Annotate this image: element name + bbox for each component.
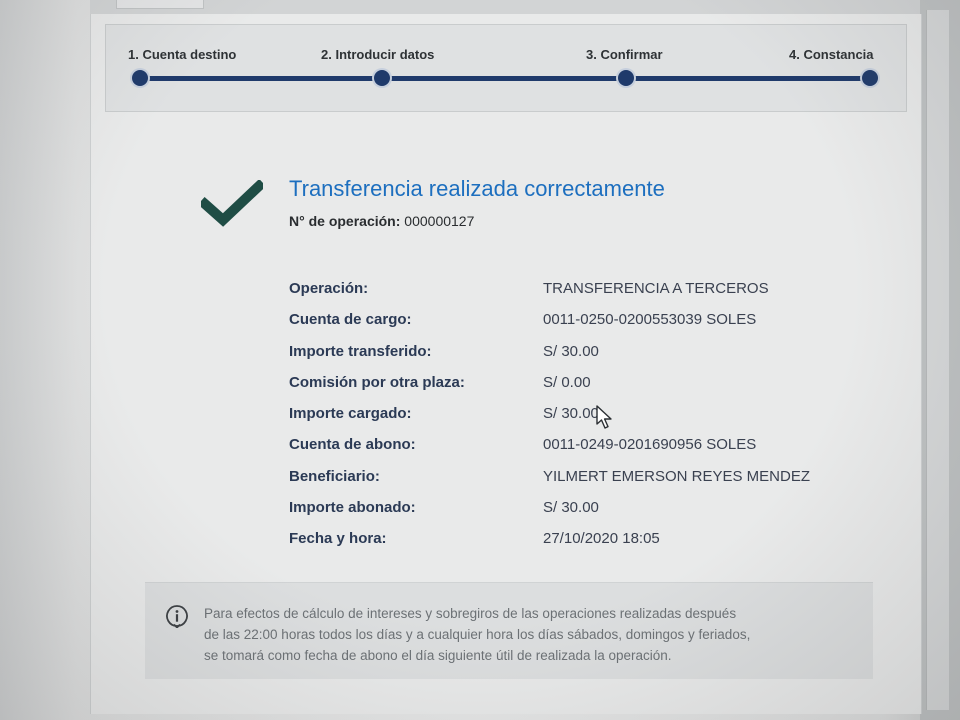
step-3-dot (618, 70, 634, 86)
screen: 1. Cuenta destino 2. Introducir datos 3.… (0, 0, 960, 720)
info-line: Para efectos de cálculo de intereses y s… (204, 606, 737, 621)
detail-label: Fecha y hora: (289, 530, 387, 548)
detail-value: S/ 30.00 (543, 405, 599, 423)
detail-label: Importe cargado: (289, 405, 412, 423)
detail-row: Operación: TRANSFERENCIA A TERCEROS (289, 274, 889, 305)
receipt-content: Transferencia realizada correctamente N°… (105, 118, 910, 718)
detail-row: Importe transferido: S/ 30.00 (289, 337, 889, 368)
info-notice: Para efectos de cálculo de intereses y s… (145, 582, 873, 679)
operation-number-value: 000000127 (404, 213, 475, 229)
detail-value: TRANSFERENCIA A TERCEROS (543, 280, 769, 297)
detail-value: S/ 0.00 (543, 373, 591, 391)
mouse-cursor-icon (596, 405, 612, 429)
detail-label: Importe transferido: (289, 342, 432, 360)
info-icon (166, 605, 188, 628)
detail-row: Comisión por otra plaza: S/ 0.00 (289, 368, 889, 399)
step-2-dot (374, 70, 390, 86)
step-2-label: 2. Introducir datos (321, 47, 435, 62)
step-track (138, 76, 873, 81)
detail-label: Beneficiario: (289, 467, 380, 485)
info-line: de las 22:00 horas todos los días y a cu… (204, 627, 751, 642)
tab-fragment (116, 0, 204, 9)
step-3-label: 3. Confirmar (586, 47, 663, 62)
details-list: Operación: TRANSFERENCIA A TERCEROS Cuen… (289, 274, 889, 556)
success-title: Transferencia realizada correctamente (289, 176, 665, 201)
right-scroll-area (920, 0, 960, 720)
detail-row: Cuenta de abono: 0011-0249-0201690956 SO… (289, 430, 889, 461)
detail-value: 27/10/2020 18:05 (543, 530, 660, 548)
checkmark-icon (201, 180, 263, 227)
operation-number: N° de operación: 000000127 (289, 213, 474, 229)
detail-row: Importe abonado: S/ 30.00 (289, 493, 889, 524)
detail-value: 0011-0249-0201690956 SOLES (543, 436, 757, 454)
operation-number-label: N° de operación: (289, 213, 401, 229)
detail-label: Cuenta de abono: (289, 436, 416, 454)
detail-row: Beneficiario: YILMERT EMERSON REYES MEND… (289, 462, 889, 493)
detail-value: 0011-0250-0200553039 SOLES (543, 311, 757, 329)
step-1-dot (132, 70, 148, 86)
info-text: Para efectos de cálculo de intereses y s… (204, 603, 864, 666)
step-4-label: 4. Constancia (789, 47, 874, 62)
detail-label: Importe abonado: (289, 499, 416, 517)
detail-value: S/ 30.00 (543, 499, 599, 517)
detail-row: Importe cargado: S/ 30.00 (289, 399, 889, 430)
step-4-dot (862, 70, 878, 86)
info-line: se tomará como fecha de abono el día sig… (204, 648, 672, 663)
detail-label: Cuenta de cargo: (289, 311, 412, 329)
progress-stepper: 1. Cuenta destino 2. Introducir datos 3.… (105, 24, 907, 112)
step-1-label: 1. Cuenta destino (128, 47, 237, 62)
scrollbar[interactable] (926, 10, 949, 710)
detail-label: Operación: (289, 280, 369, 297)
detail-value: YILMERT EMERSON REYES MENDEZ (543, 467, 810, 485)
detail-row: Cuenta de cargo: 0011-0250-0200553039 SO… (289, 305, 889, 336)
detail-value: S/ 30.00 (543, 342, 599, 360)
detail-label: Comisión por otra plaza: (289, 373, 465, 391)
detail-row: Fecha y hora: 27/10/2020 18:05 (289, 524, 889, 555)
